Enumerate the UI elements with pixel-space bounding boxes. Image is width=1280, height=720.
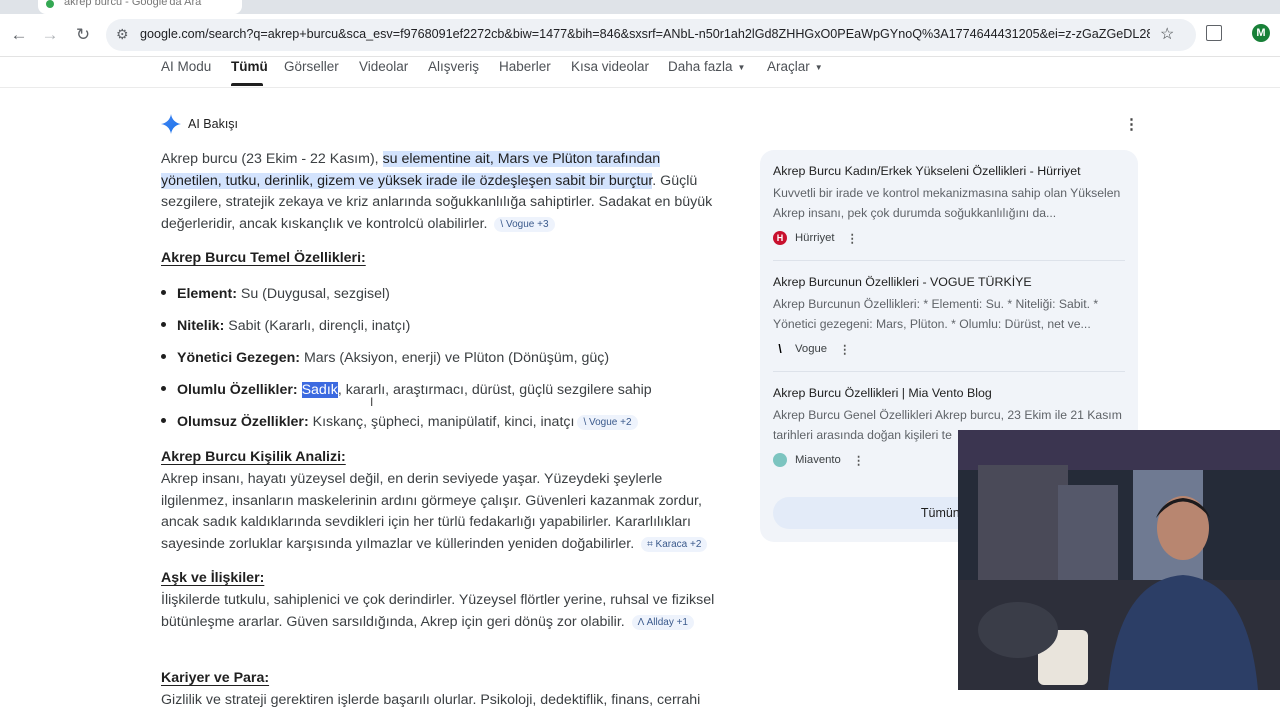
webcam-overlay [958, 430, 1280, 690]
reload-icon[interactable]: ↻ [73, 25, 93, 45]
tab-ai-mode[interactable]: AI Modu [161, 59, 211, 74]
tab-all[interactable]: Tümü [231, 59, 268, 74]
allday-icon: Λ [637, 616, 647, 628]
vogue-favicon-icon: \ [778, 342, 782, 356]
more-options-icon[interactable]: ⋮ [1124, 115, 1139, 133]
item-label: Element: [177, 286, 237, 302]
source-site-name: Vogue [795, 343, 828, 355]
search-nav-tabs: AI Modu Tümü Görseller Videolar Alışveri… [0, 57, 1280, 88]
ai-overview-title: AI Bakışı [188, 117, 239, 131]
site-info-icon[interactable]: ⚙ [116, 26, 129, 43]
bullet-dot [161, 322, 166, 327]
address-bar[interactable]: ⚙ google.com/search?q=akrep+burcu&sca_es… [106, 19, 1196, 51]
tab-shopping[interactable]: Alışveriş [428, 59, 479, 74]
item-text: Sabit (Kararlı, dirençli, inatçı) [228, 318, 411, 334]
list-item: Yönetici Gezegen: Mars (Aksiyon, enerji)… [161, 350, 609, 366]
more-options-icon[interactable]: ⋮ [839, 343, 850, 356]
back-arrow-icon[interactable]: ← [9, 25, 29, 45]
karaca-icon: ⌗ [647, 538, 656, 550]
item-text: Kıskanç, şüpheci, manipülatif, kinci, in… [312, 414, 575, 430]
source-chip[interactable]: Λ Allday +1 [631, 614, 694, 630]
section-heading: Akrep Burcu Kişilik Analizi: [161, 449, 346, 465]
list-item: Olumlu Özellikler: Sadık, kararlı, araşt… [161, 382, 652, 398]
ai-intro-paragraph: Akrep burcu (23 Ekim - 22 Kasım), su ele… [161, 149, 721, 235]
section-heading: Kariyer ve Para: [161, 670, 270, 686]
more-options-icon[interactable]: ⋮ [847, 232, 858, 245]
source-snippet: Kuvvetli bir irade ve kontrol mekanizmas… [773, 186, 1121, 220]
tab-tools[interactable]: Araçlar ▼ [767, 59, 823, 74]
item-text: Mars (Aksiyon, enerji) ve Plüton (Dönüşü… [303, 350, 610, 366]
webcam-feed-image [958, 430, 1280, 690]
active-tab-indicator [231, 83, 263, 86]
source-site: \ Vogue ⋮ [773, 342, 1129, 356]
tab-more[interactable]: Daha fazla ▼ [668, 59, 745, 74]
item-text: Su (Duygusal, sezgisel) [240, 286, 390, 302]
source-title[interactable]: Akrep Burcunun Özellikleri - VOGUE TÜRKİ… [773, 275, 1129, 289]
caret-down-icon: ▼ [814, 62, 823, 72]
list-item: Element: Su (Duygusal, sezgisel) [161, 286, 390, 302]
section-heading: Akrep Burcu Temel Özellikleri: [161, 250, 366, 266]
bullet-dot [161, 290, 166, 295]
section-heading: Aşk ve İlişkiler: [161, 570, 265, 586]
source-chip-label: Karaca +2 [655, 538, 702, 550]
divider [773, 260, 1125, 261]
item-text: , kararlı, araştırmacı, dürüst, güçlü se… [337, 382, 652, 398]
browser-toolbar: ← → ↻ ⚙ google.com/search?q=akrep+burcu&… [0, 14, 1280, 57]
bullet-dot [161, 418, 166, 423]
list-item: Nitelik: Sabit (Kararlı, dirençli, inatç… [161, 318, 410, 334]
bookmark-star-icon[interactable]: ☆ [1160, 24, 1174, 44]
extensions-icon[interactable] [1206, 25, 1222, 41]
miavento-favicon-icon [773, 453, 787, 467]
item-label: Yönetici Gezegen: [177, 350, 300, 366]
item-label: Nitelik: [177, 318, 225, 334]
source-site: H Hürriyet ⋮ [773, 231, 1129, 245]
browser-tab[interactable]: akrep burcu - Google'da Ara [38, 0, 242, 14]
source-card[interactable]: Akrep Burcu Kadın/Erkek Yükseleni Özelli… [773, 164, 1129, 245]
tab-tools-label: Araçlar [767, 59, 810, 74]
tab-short-videos[interactable]: Kısa videolar [571, 59, 649, 74]
caret-down-icon: ▼ [737, 62, 746, 72]
tab-favicon-icon [46, 0, 54, 8]
gemini-sparkle-icon [161, 114, 181, 134]
bullet-dot [161, 386, 166, 391]
source-title[interactable]: Akrep Burcu Özellikleri | Mia Vento Blog [773, 386, 1129, 400]
tab-news[interactable]: Haberler [499, 59, 551, 74]
divider [773, 371, 1125, 372]
intro-text: Akrep burcu (23 Ekim - 22 Kasım), [161, 151, 383, 167]
more-options-icon[interactable]: ⋮ [853, 454, 864, 467]
source-site-name: Hürriyet [795, 232, 835, 244]
hurriyet-favicon-icon: H [773, 231, 787, 245]
section-paragraph: Akrep insanı, hayatı yüzeysel değil, en … [161, 469, 721, 555]
tab-images[interactable]: Görseller [284, 59, 339, 74]
source-chip[interactable]: \ Vogue +3 [494, 216, 555, 232]
selected-text[interactable]: Sadık [301, 382, 338, 398]
source-chip-label: Vogue +2 [589, 417, 632, 428]
source-chip[interactable]: \ Vogue +2 [577, 415, 638, 430]
tab-videos[interactable]: Videolar [359, 59, 408, 74]
paragraph-text: Akrep insanı, hayatı yüzeysel değil, en … [161, 471, 702, 552]
forward-arrow-icon[interactable]: → [40, 25, 60, 45]
item-label: Olumsuz Özellikler: [177, 414, 309, 430]
list-item: Olumsuz Özellikler: Kıskanç, şüpheci, ma… [161, 414, 638, 430]
section-paragraph: Gizlilik ve strateji gerektiren işlerde … [161, 690, 721, 712]
source-site-name: Miavento [795, 454, 841, 466]
source-chip-label: Allday +1 [646, 616, 688, 628]
source-chip[interactable]: ⌗ Karaca +2 [641, 536, 708, 552]
paragraph-text: Gizlilik ve strateji gerektiren işlerde … [161, 692, 701, 708]
source-title[interactable]: Akrep Burcu Kadın/Erkek Yükseleni Özelli… [773, 164, 1129, 178]
section-paragraph: İlişkilerde tutkulu, sahiplenici ve çok … [161, 590, 721, 633]
source-card[interactable]: Akrep Burcunun Özellikleri - VOGUE TÜRKİ… [773, 275, 1129, 356]
tab-more-label: Daha fazla [668, 59, 733, 74]
tab-title: akrep burcu - Google'da Ara [64, 0, 202, 8]
source-chip-label: Vogue +3 [505, 218, 549, 230]
item-label: Olumlu Özellikler: [177, 382, 298, 398]
bullet-dot [161, 354, 166, 359]
text-cursor-icon: I [370, 395, 374, 409]
tab-strip: akrep burcu - Google'da Ara [0, 0, 1280, 14]
profile-avatar[interactable]: M [1252, 24, 1270, 42]
url-text[interactable]: google.com/search?q=akrep+burcu&sca_esv=… [140, 27, 1150, 41]
source-snippet: Akrep Burcunun Özellikleri: * Elementi: … [773, 297, 1099, 331]
